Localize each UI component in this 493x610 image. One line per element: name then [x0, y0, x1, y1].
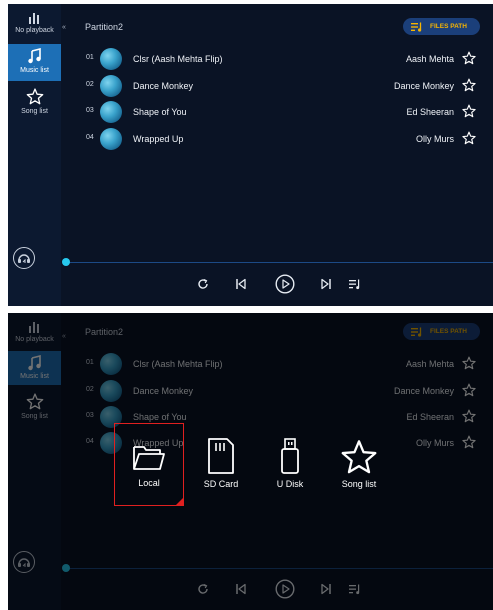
progress-knob[interactable] [62, 258, 70, 266]
album-art [100, 48, 122, 70]
playlist-icon [349, 279, 360, 289]
folder-icon [133, 446, 165, 470]
source-udisk-label: U Disk [276, 479, 304, 489]
favorite-star-icon[interactable] [462, 51, 476, 65]
source-sd-card-label: SD Card [203, 479, 239, 489]
sidebar-item-song-list[interactable]: Song list [8, 88, 61, 122]
files-path-icon [411, 22, 422, 32]
headset-icon [18, 254, 30, 263]
song-number: 04 [86, 134, 94, 141]
player-screen-bottom: No playback Music list Song list « Parti… [8, 313, 493, 610]
song-artist: Dance Monkey [393, 81, 454, 91]
repeat-button[interactable] [195, 276, 211, 292]
headset-button[interactable] [13, 247, 35, 269]
source-local-label: Local [138, 478, 160, 488]
sidebar-item-music-list[interactable]: Music list [8, 44, 61, 81]
song-artist: Aash Mehta [405, 54, 454, 64]
song-row[interactable]: 03 Shape of You Ed Sheeran [86, 101, 481, 123]
favorite-star-icon[interactable] [462, 104, 476, 118]
music-note-icon [27, 48, 41, 64]
song-list-label: Song list [21, 108, 48, 115]
files-path-button[interactable]: FILES PATH [403, 18, 480, 35]
files-path-label: FILES PATH [430, 23, 467, 30]
song-number: 03 [86, 107, 94, 114]
music-list-label: Music list [20, 67, 49, 74]
sidebar-item-now-playing[interactable]: No playback [8, 12, 61, 42]
equalizer-icon [28, 13, 39, 24]
song-row[interactable]: 01 Clsr (Aash Mehta Flip) Aash Mehta [86, 48, 481, 70]
sidebar: No playback Music list Song list [8, 4, 61, 306]
album-art [100, 75, 122, 97]
next-button[interactable] [318, 276, 334, 292]
source-local-button[interactable]: Local [114, 423, 184, 506]
source-song-list-label: Song list [341, 479, 377, 489]
song-title: Wrapped Up [133, 134, 184, 144]
star-icon [341, 440, 377, 474]
selection-corner [176, 498, 183, 505]
play-icon [275, 274, 295, 294]
album-art [100, 101, 122, 123]
song-artist: Olly Murs [416, 134, 454, 144]
star-icon [26, 88, 43, 105]
play-button[interactable] [274, 273, 296, 295]
album-art [100, 128, 122, 150]
song-number: 02 [86, 81, 94, 88]
next-icon [321, 278, 331, 290]
song-title: Shape of You [133, 107, 187, 117]
source-udisk-button[interactable]: U Disk [255, 437, 325, 489]
previous-button[interactable] [233, 276, 249, 292]
source-selector: Local SD Card U Disk Song list [8, 313, 493, 610]
song-row[interactable]: 02 Dance Monkey Dance Monkey [86, 75, 481, 97]
song-artist: Ed Sheeran [406, 107, 454, 117]
previous-icon [236, 278, 246, 290]
source-song-list-button[interactable]: Song list [324, 439, 394, 489]
source-sd-card-button[interactable]: SD Card [186, 437, 256, 489]
favorite-star-icon[interactable] [462, 131, 476, 145]
repeat-icon [198, 278, 208, 289]
song-title: Dance Monkey [133, 81, 194, 91]
sd-card-icon [208, 438, 234, 474]
partition-title: Partition2 [85, 22, 124, 32]
favorite-star-icon[interactable] [462, 78, 476, 92]
playlist-button[interactable] [347, 276, 363, 292]
usb-disk-icon [281, 438, 299, 474]
progress-track[interactable] [65, 262, 493, 263]
player-screen-top: No playback Music list Song list « Parti… [8, 4, 493, 306]
no-playback-label: No playback [15, 27, 54, 34]
song-row[interactable]: 04 Wrapped Up Olly Murs [86, 128, 481, 150]
collapse-sidebar-button[interactable]: « [62, 24, 66, 31]
song-number: 01 [86, 54, 94, 61]
song-title: Clsr (Aash Mehta Flip) [133, 54, 223, 64]
